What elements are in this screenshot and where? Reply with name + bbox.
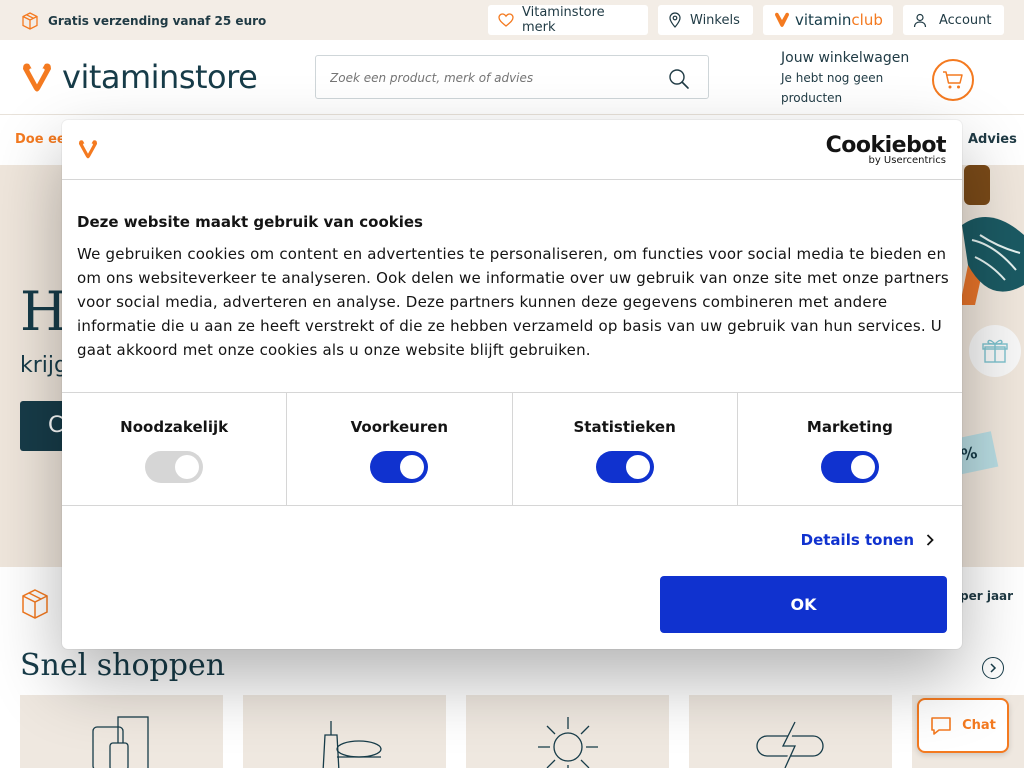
toggle-voorkeuren[interactable]: [370, 451, 429, 483]
chevron-right-icon: [926, 534, 934, 546]
toggle-noodzakelijk: [145, 451, 204, 483]
ok-button[interactable]: OK: [660, 576, 947, 633]
cookie-categories: Noodzakelijk Voorkeuren Statistieken Mar…: [62, 392, 962, 506]
cookie-consent-dialog: Cookiebot by Usercentrics Deze website m…: [62, 120, 962, 649]
cookie-dialog-title: Deze website maakt gebruik van cookies: [77, 213, 423, 231]
show-details-label: Details tonen: [800, 531, 914, 549]
category-label: Noodzakelijk: [120, 418, 229, 436]
category-statistieken: Statistieken: [513, 393, 738, 505]
category-label: Statistieken: [573, 418, 676, 436]
category-voorkeuren: Voorkeuren: [287, 393, 513, 505]
category-noodzakelijk: Noodzakelijk: [62, 393, 288, 505]
category-marketing: Marketing: [738, 393, 962, 505]
toggle-knob: [625, 455, 650, 479]
toggle-statistieken[interactable]: [595, 451, 654, 483]
category-label: Voorkeuren: [350, 418, 449, 436]
category-label: Marketing: [806, 418, 893, 436]
toggle-knob: [175, 455, 200, 479]
toggle-knob: [400, 455, 425, 479]
cookie-dialog-header: Cookiebot by Usercentrics: [62, 120, 962, 180]
cookiebot-logo: Cookiebot by Usercentrics: [826, 133, 947, 166]
show-details-link[interactable]: Details tonen: [801, 531, 934, 549]
toggle-marketing[interactable]: [820, 451, 879, 483]
toggle-knob: [850, 455, 875, 479]
vitaminstore-heart-logo-icon: [78, 140, 98, 159]
cookie-dialog-body: We gebruiken cookies om content en adver…: [77, 245, 949, 359]
